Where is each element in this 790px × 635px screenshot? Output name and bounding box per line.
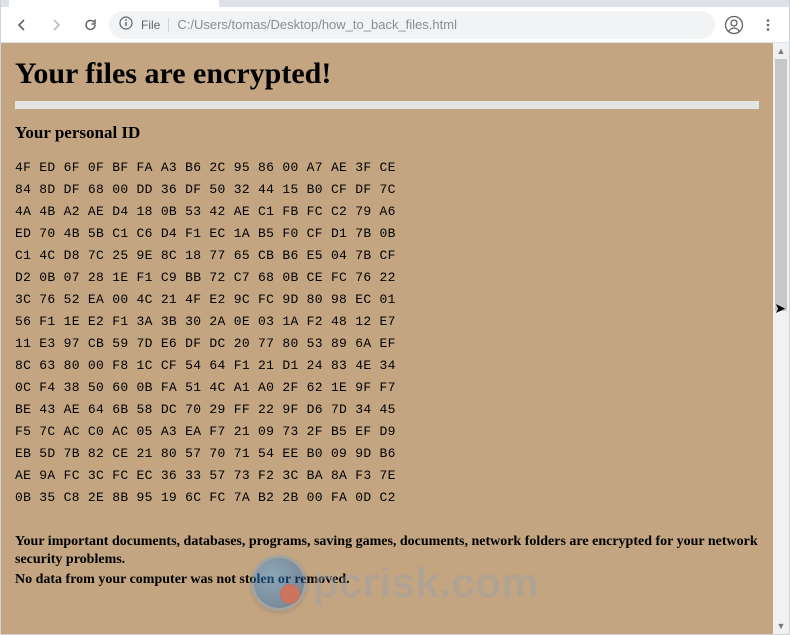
minimize-button[interactable] [649,0,693,7]
browser-window: HOW TO DECRYPT YOUR FILES ✕ + [0,0,790,635]
back-button[interactable] [7,10,37,40]
page-content: Your files are encrypted! Your personal … [1,43,773,634]
url-scheme-chip: File [141,18,169,32]
new-tab-button[interactable]: + [225,0,253,7]
scroll-up-icon[interactable]: ▲ [773,43,789,59]
address-bar[interactable]: File C:/Users/tomas/Desktop/how_to_back_… [109,11,715,39]
close-window-button[interactable] [737,0,781,7]
info-icon[interactable] [119,16,133,33]
vertical-scrollbar[interactable]: ▲ ▼ [773,43,789,634]
personal-id-hex: 4F ED 6F 0F BF FA A3 B6 2C 95 86 00 A7 A… [15,157,759,509]
url-text: C:/Users/tomas/Desktop/how_to_back_files… [177,17,457,32]
note-line: No data from your computer was not stole… [15,571,759,589]
browser-toolbar: File C:/Users/tomas/Desktop/how_to_back_… [1,7,789,43]
window-controls [649,0,781,7]
menu-button[interactable] [753,10,783,40]
page-heading: Your files are encrypted! [15,57,759,91]
note-line: Your important documents, databases, pro… [15,533,759,569]
reload-button[interactable] [75,10,105,40]
forward-button[interactable] [41,10,71,40]
tab-strip: HOW TO DECRYPT YOUR FILES ✕ + [1,0,789,7]
scroll-down-icon[interactable]: ▼ [773,618,789,634]
profile-button[interactable] [719,10,749,40]
maximize-button[interactable] [693,0,737,7]
scroll-thumb[interactable] [775,59,787,311]
personal-id-label: Your personal ID [15,123,759,143]
ransom-note: Your important documents, databases, pro… [15,533,759,589]
scroll-track[interactable] [773,59,789,618]
browser-tab[interactable]: HOW TO DECRYPT YOUR FILES ✕ [9,0,219,7]
divider [15,101,759,109]
